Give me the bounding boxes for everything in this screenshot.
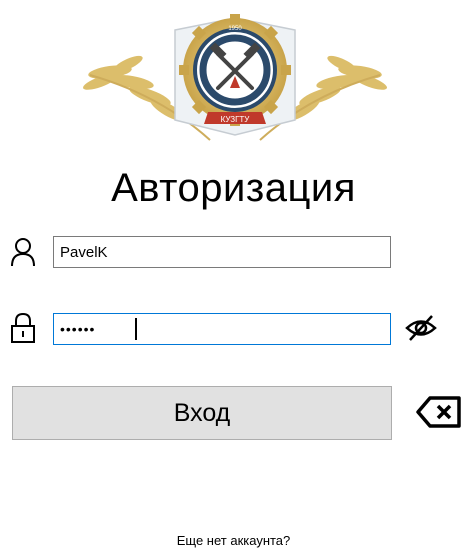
svg-text:КУЗГТУ: КУЗГТУ <box>221 115 251 124</box>
user-icon <box>11 238 35 267</box>
password-masked-value: •••••• <box>60 321 96 337</box>
login-button[interactable]: Вход <box>12 386 392 440</box>
login-input[interactable] <box>53 236 391 268</box>
text-caret <box>135 318 137 340</box>
lock-icon <box>11 312 35 343</box>
backspace-clear-icon[interactable] <box>416 395 462 429</box>
eye-off-icon[interactable] <box>404 313 438 343</box>
register-link[interactable]: Еще нет аккаунта? <box>0 533 467 548</box>
password-input[interactable]: •••••• <box>53 313 391 345</box>
university-logo: КУЗГТУ 1950 <box>82 14 388 141</box>
page-title: Авторизация <box>111 166 356 210</box>
svg-text:1950: 1950 <box>228 26 242 32</box>
